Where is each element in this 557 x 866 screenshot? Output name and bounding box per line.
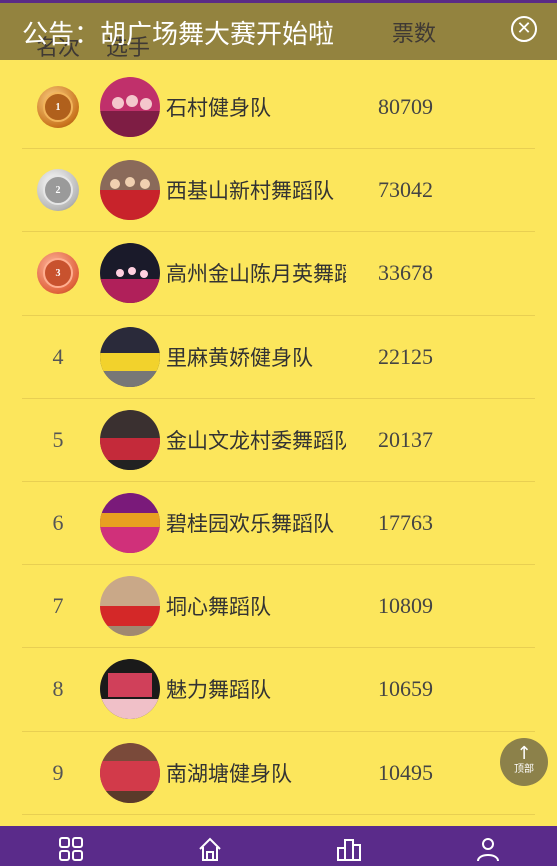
vote-count: 33678 [378,260,433,286]
rank-cell: 5 [52,426,64,452]
home-icon [199,837,221,861]
ranking-list: 1 石村健身队 80709 2 西基山新村舞蹈队 73042 3 高州金山陈月英… [0,66,557,815]
announcement-text: 公告：胡广场舞大赛开始啦 [22,20,335,50]
vote-count: 80709 [378,94,433,120]
team-avatar[interactable] [100,326,160,387]
ranking-row[interactable]: 9 南湖塘健身队 10495 [22,732,535,815]
team-name: 石村健身队 [166,96,271,121]
vote-count: 10495 [378,759,433,785]
team-avatar[interactable] [100,492,160,553]
vote-count: 73042 [378,177,433,203]
team-name: 垌心舞蹈队 [166,595,271,620]
rank-cell: 4 [52,343,64,369]
ranking-icon [337,839,362,861]
vote-count: 10659 [378,676,433,702]
arrow-up-icon: ↑ [516,743,532,764]
team-name: 碧桂园欢乐舞蹈队 [166,512,334,537]
silver-medal-icon: 2 [37,169,79,212]
ranking-row[interactable]: 8 魅力舞蹈队 10659 [22,648,535,732]
bronze-medal-icon: 3 [37,252,79,295]
rank-cell: 9 [52,759,64,785]
rank-cell: 2 [22,149,94,231]
team-name: 西基山新村舞蹈队 [166,179,334,204]
announcement-banner: 公告：胡广场舞大赛开始啦 ✕ [0,0,557,60]
grid-icon [58,837,83,861]
team-avatar[interactable] [100,659,160,720]
team-avatar[interactable] [100,243,160,304]
bottom-nav [0,826,557,866]
rank-cell: 1 [22,66,94,148]
nav-item-home[interactable] [189,826,229,866]
ranking-row[interactable]: 1 石村健身队 80709 [22,66,535,150]
rank-cell: 6 [52,510,64,536]
team-avatar[interactable] [100,576,160,637]
vote-count: 20137 [378,426,433,452]
ranking-row[interactable]: 4 里麻黄娇健身队 22125 [22,316,535,399]
nav-item-categories[interactable] [50,826,90,866]
rank-cell: 7 [52,593,64,619]
vote-count: 10809 [378,593,433,619]
ranking-row[interactable]: 7 垌心舞蹈队 10809 [22,565,535,649]
back-to-top-label: 顶部 [514,764,534,775]
vote-count: 22125 [378,343,433,369]
team-avatar[interactable] [100,409,160,470]
nav-item-profile[interactable] [467,826,507,866]
ranking-row[interactable]: 6 碧桂园欢乐舞蹈队 17763 [22,482,535,566]
team-name: 里麻黄娇健身队 [166,345,313,370]
banner-top-line [0,0,557,3]
team-avatar[interactable] [100,160,160,221]
team-name: 魅力舞蹈队 [166,678,271,703]
team-name: 金山文龙村委舞蹈队 [166,428,346,453]
ranking-row[interactable]: 5 金山文龙村委舞蹈队 20137 [22,399,535,482]
ranking-row[interactable]: 2 西基山新村舞蹈队 73042 [22,149,535,233]
nav-item-ranking[interactable] [328,826,368,866]
close-icon[interactable]: ✕ [511,16,537,42]
team-name: 南湖塘健身队 [166,761,292,786]
rank-cell: 3 [22,232,94,314]
team-avatar[interactable] [100,742,160,803]
user-icon [477,838,500,862]
back-to-top-button[interactable]: ↑ 顶部 [500,738,548,786]
team-avatar[interactable] [100,77,160,137]
team-name: 高州金山陈月英舞蹈队 [166,262,346,287]
vote-count: 17763 [378,510,433,536]
ranking-row[interactable]: 3 高州金山陈月英舞蹈队 33678 [22,232,535,316]
gold-medal-icon: 1 [37,86,79,129]
rank-cell: 8 [52,676,64,702]
